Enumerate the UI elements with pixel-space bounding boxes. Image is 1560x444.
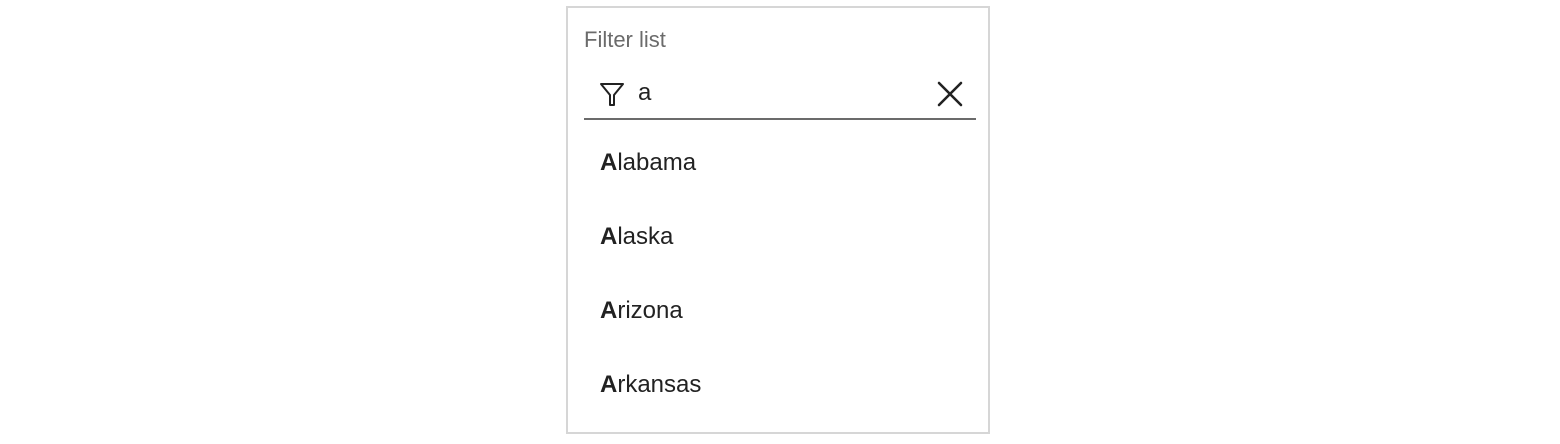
list-item-rest: rkansas [617,371,702,398]
list-item-match: A [600,149,618,176]
list-item-rest: laska [617,223,674,250]
filter-list-panel: Filter list Alabama Alaska Arizona Arkan… [566,6,990,434]
list-item-rest: rizona [617,297,683,324]
close-icon [932,81,968,115]
list-item[interactable]: Arizona [584,274,976,348]
filter-label: Filter list [584,27,666,52]
list-item[interactable]: Arkansas [584,348,976,422]
list-item-match: A [600,223,618,250]
list-item-match: A [600,297,618,324]
list-item[interactable]: Alabama [584,126,976,200]
list-item[interactable]: Alaska [584,200,976,274]
clear-filter-button[interactable] [932,76,968,112]
filter-input[interactable] [638,76,918,110]
filter-search-row [584,66,976,120]
list-item-rest: labama [617,149,697,176]
list-item-match: A [600,371,618,398]
filter-icon [598,80,626,108]
filtered-list: Alabama Alaska Arizona Arkansas [584,126,976,422]
